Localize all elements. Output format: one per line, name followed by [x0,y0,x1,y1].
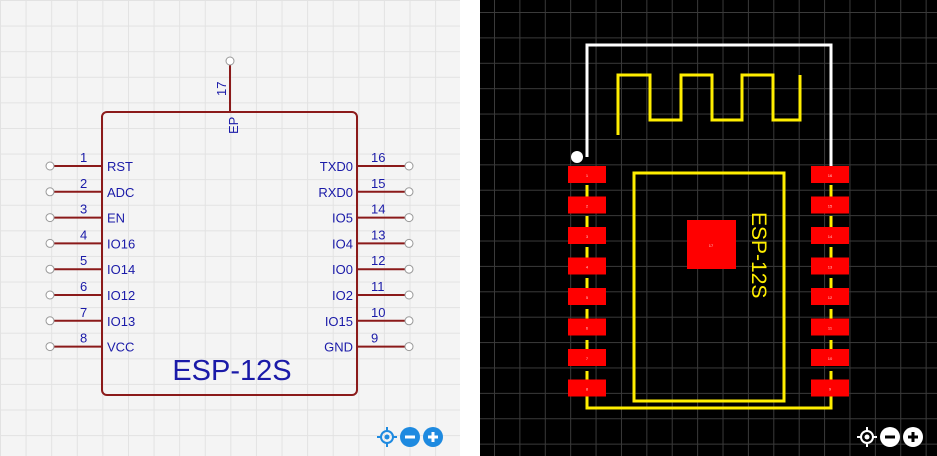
right-pin-number: 12 [371,253,385,268]
left-pin-end-3[interactable] [45,213,55,223]
right-pin-label: IO0 [332,262,353,277]
left-pin-label: EN [107,211,125,226]
pcb-zoom-controls [857,427,923,447]
left-pin-end-7[interactable] [45,316,55,326]
left-pin-label: IO13 [107,314,135,329]
schematic-panel[interactable]: 17 EP ESP-12S 1 RST 2 ADC 3 EN 4 IO16 5 IO14 6 IO12… [0,0,460,456]
left-pin-end-1[interactable] [45,161,55,171]
schematic-zoom-controls [377,427,443,447]
right-pin-end-11[interactable] [404,290,414,300]
right-pin-group: 16 TXD0 15 RXD0 14 IO5 13 IO4 12 IO0 11 IO2 10 IO15 9 G… [318,150,414,355]
ep-pin-number: 17 [214,82,229,96]
right-pad-label: 14 [828,234,833,239]
left-pin-end-8[interactable] [45,342,55,352]
left-pin-number: 1 [80,150,87,165]
right-pin-label: IO4 [332,236,353,251]
right-pin-number: 15 [371,176,385,191]
left-pin-number: 2 [80,176,87,191]
minus-icon[interactable] [400,427,420,447]
right-pin-end-13[interactable] [404,238,414,248]
pcb-panel[interactable]: 17 ESP-12S 12345678 16 15 14 13 12 11 10 9 [480,0,937,456]
plus-icon[interactable] [903,427,923,447]
center-pad-label: 17 [709,243,714,248]
right-pin-number: 14 [371,202,385,217]
target-icon-glyph [377,427,397,447]
right-pad-label: 10 [828,356,833,361]
ep-pin-end[interactable] [225,56,235,66]
right-pin-end-14[interactable] [404,213,414,223]
panel-divider [460,0,480,456]
left-pin-number: 8 [80,331,87,346]
minus-icon[interactable] [880,427,900,447]
right-pin-label: TXD0 [320,159,353,174]
left-pin-group: 1 RST 2 ADC 3 EN 4 IO16 5 IO14 6 IO12 7 IO13 8 VCC [45,150,135,355]
right-pin-label: RXD0 [318,185,353,200]
ep-pin-label: EP [226,117,241,134]
left-pin-number: 3 [80,202,87,217]
right-pad-label: 13 [828,265,833,270]
right-pad-label: 15 [828,204,833,209]
left-pin-end-4[interactable] [45,238,55,248]
component-body[interactable] [101,111,358,396]
right-pin-label: IO2 [332,288,353,303]
left-pin-number: 4 [80,227,87,242]
right-pin-label: IO15 [325,314,353,329]
right-pin-number: 9 [371,331,378,346]
target-icon-glyph [857,427,877,447]
left-pin-number: 7 [80,305,87,320]
left-pin-label: IO14 [107,262,135,277]
target-icon[interactable] [377,427,397,447]
left-pin-number: 5 [80,253,87,268]
right-pad-label: 12 [828,295,833,300]
right-pad-label: 16 [828,173,833,178]
left-pin-label: VCC [107,340,134,355]
left-pin-end-5[interactable] [45,264,55,274]
right-pin-end-9[interactable] [404,342,414,352]
plus-icon[interactable] [423,427,443,447]
right-pin-number: 13 [371,227,385,242]
right-pin-end-10[interactable] [404,316,414,326]
left-pin-label: IO16 [107,236,135,251]
right-pin-number: 10 [371,305,385,320]
right-pin-number: 16 [371,150,385,165]
right-pin-number: 11 [371,279,385,294]
left-pin-label: RST [107,159,133,174]
left-pin-label: ADC [107,185,134,200]
schematic-canvas: 17 EP ESP-12S 1 RST 2 ADC 3 EN 4 IO16 5 IO14 6 IO12… [45,56,414,396]
left-pin-end-6[interactable] [45,290,55,300]
right-pin-end-16[interactable] [404,161,414,171]
pcb-silk-label: ESP-12S [747,212,770,298]
left-pin-label: IO12 [107,288,135,303]
left-pin-end-2[interactable] [45,187,55,197]
pcb-canvas: 17 ESP-12S 12345678 161514131211109 [568,43,849,410]
left-pin-number: 6 [80,279,87,294]
pin1-marker [571,151,583,163]
target-icon[interactable] [857,427,877,447]
board-outline [585,43,833,170]
right-pin-label: GND [324,340,353,355]
right-pin-end-12[interactable] [404,264,414,274]
right-pin-label: IO5 [332,211,353,226]
right-pin-end-15[interactable] [404,187,414,197]
antenna-trace [616,73,802,135]
component-name: ESP-12S [172,355,291,387]
